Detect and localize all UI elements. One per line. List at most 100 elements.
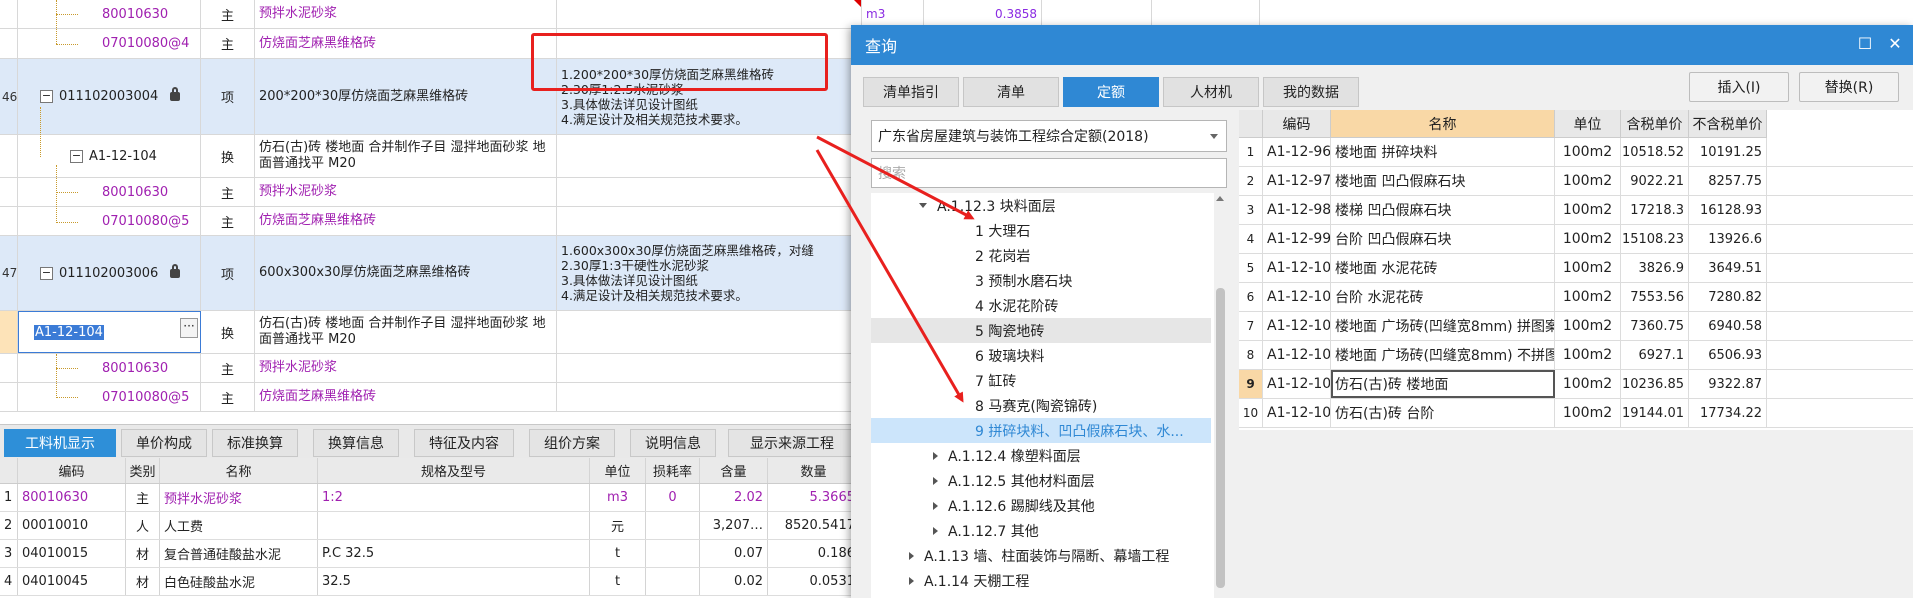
tab-standard-conversion[interactable]: 标准换算	[212, 429, 298, 457]
tree-node[interactable]: A.1.12.6 踢脚线及其他	[871, 493, 1211, 518]
tree-node[interactable]: 6 玻璃块料	[871, 343, 1211, 368]
quota-unit: 100m2	[1555, 167, 1621, 195]
tree-node[interactable]: 7 缸砖	[871, 368, 1211, 393]
col-amount[interactable]: 数量	[768, 458, 860, 483]
quota-code: A1-12-96	[1263, 138, 1331, 166]
col-code[interactable]: 编码	[1263, 110, 1331, 138]
tree-node[interactable]: A.1.14 天棚工程	[871, 568, 1211, 593]
material-spec: 32.5	[318, 568, 590, 595]
quota-code: A1-12-103	[1263, 341, 1331, 369]
close-icon[interactable]: ✕	[1885, 35, 1905, 55]
quota-row[interactable]: 6A1-12-101台阶 水泥花砖100m27553.567280.82	[1239, 283, 1913, 312]
col-name[interactable]: 名称	[160, 458, 318, 483]
row-index: 1	[0, 484, 18, 511]
quota-row[interactable]: 4 A1-12-99 台阶 凹凸假麻石块 100m2 15108.23 13926.6	[1239, 225, 1913, 254]
notax-price: 7280.82	[1689, 283, 1767, 311]
expand-icon[interactable]	[933, 526, 938, 535]
quota-code-input[interactable]: A1-12-104	[34, 324, 104, 340]
col-unit[interactable]: 单位	[1555, 110, 1621, 138]
material-name: 人工费	[160, 512, 318, 539]
quota-code: A1-12-102	[1263, 312, 1331, 340]
tree-node[interactable]: 5 陶瓷地砖	[871, 318, 1211, 343]
col-spec[interactable]: 规格及型号	[318, 458, 590, 483]
expand-icon[interactable]	[909, 551, 914, 560]
row-name: 仿烧面芝麻黑维格砖	[255, 383, 557, 411]
tree-node[interactable]: 8 马赛克(陶瓷锦砖)	[871, 393, 1211, 418]
tree-node[interactable]: A.1.12.4 橡塑料面层	[871, 443, 1211, 468]
quota-library-select[interactable]: 广东省房屋建筑与装饰工程综合定额(2018)	[871, 120, 1227, 152]
row-name: 仿烧面芝麻黑维格砖	[255, 207, 557, 235]
quota-name: 楼地面 水泥花砖	[1331, 254, 1555, 282]
col-category[interactable]: 类别	[126, 458, 160, 483]
tab-quota[interactable]: 定额	[1063, 77, 1159, 107]
collapse-icon[interactable]: −	[70, 149, 83, 163]
insert-button[interactable]: 插入(I)	[1689, 72, 1789, 102]
tab-unit-price[interactable]: 单价构成	[121, 429, 207, 457]
tab-labor-material[interactable]: 人材机	[1163, 77, 1259, 107]
material-row[interactable]: 2 00010010 人 人工费 元 3,207… 8520.5417	[0, 512, 860, 540]
tree-node[interactable]: 1 大理石	[871, 218, 1211, 243]
tab-features[interactable]: 特征及内容	[414, 429, 514, 457]
tree-node[interactable]: A.1.13 墙、柱面装饰与隔断、幕墙工程	[871, 543, 1211, 568]
row-type: 主	[201, 0, 255, 28]
expand-icon[interactable]	[933, 451, 938, 460]
quota-row[interactable]: 2 A1-12-97 楼地面 凹凸假麻石块 100m2 9022.21 8257.75	[1239, 167, 1913, 196]
quota-row[interactable]: 1 A1-12-96 楼地面 拼碎块料 100m2 10518.52 10191.25	[1239, 138, 1913, 167]
quota-row[interactable]: 9A1-12-104仿石(古)砖 楼地面100m210236.859322.87	[1239, 370, 1913, 399]
material-code: 00010010	[18, 512, 126, 539]
expand-icon[interactable]	[933, 501, 938, 510]
collapse-icon[interactable]: −	[40, 266, 53, 280]
col-unit[interactable]: 单位	[590, 458, 646, 483]
quota-code: A1-12-98	[1263, 196, 1331, 224]
quota-row[interactable]: 5A1-12-100楼地面 水泥花砖100m23826.93649.51	[1239, 254, 1913, 283]
material-row[interactable]: 1 80010630 主 预拌水泥砂浆 1:2 m3 0 2.02 5.3665	[0, 484, 860, 512]
tab-list[interactable]: 清单	[963, 77, 1059, 107]
scroll-thumb[interactable]	[1216, 288, 1225, 588]
material-code: 80010630	[102, 360, 169, 376]
col-tax-price[interactable]: 含税单价	[1621, 110, 1689, 138]
tab-pricing-plan[interactable]: 组价方案	[529, 429, 615, 457]
row-index: 3	[1239, 196, 1263, 224]
quota-name: 台阶 凹凸假麻石块	[1331, 225, 1555, 253]
expand-icon[interactable]	[919, 203, 927, 208]
tree-node[interactable]: A.1.12.5 其他材料面层	[871, 468, 1211, 493]
material-name: 白色硅酸盐水泥	[160, 568, 318, 595]
col-quantity[interactable]: 含量	[700, 458, 768, 483]
more-button[interactable]: ···	[180, 318, 198, 338]
tab-conversion-info[interactable]: 换算信息	[313, 429, 399, 457]
quota-row[interactable]: 3 A1-12-98 楼梯 凹凸假麻石块 100m2 17218.3 16128.93	[1239, 196, 1913, 225]
tree-node[interactable]: 3 预制水磨石块	[871, 268, 1211, 293]
quota-code: A1-12-97	[1263, 167, 1331, 195]
col-name[interactable]: 名称	[1331, 110, 1555, 138]
material-row[interactable]: 3 04010015 材 复合普通硅酸盐水泥 P.C 32.5 t 0.07 0…	[0, 540, 860, 568]
tree-node-selected[interactable]: 9 拼碎块料、凹凸假麻石块、水...	[871, 418, 1211, 443]
quota-row[interactable]: 10A1-12-105仿石(古)砖 台阶100m219144.0117734.2…	[1239, 399, 1913, 428]
expand-icon[interactable]	[909, 576, 914, 585]
tree-node[interactable]: 2 花岗岩	[871, 243, 1211, 268]
col-code[interactable]: 编码	[18, 458, 126, 483]
tab-my-data[interactable]: 我的数据	[1263, 77, 1359, 107]
tab-source-project[interactable]: 显示来源工程	[728, 429, 856, 457]
col-loss[interactable]: 损耗率	[646, 458, 700, 483]
collapse-icon[interactable]: −	[40, 90, 53, 103]
expand-icon[interactable]	[933, 476, 938, 485]
scroll-up-icon[interactable]	[1216, 196, 1224, 201]
tab-notes[interactable]: 说明信息	[630, 429, 716, 457]
quota-row[interactable]: 8A1-12-103楼地面 广场砖(凹缝宽8mm) 不拼图案100m26927.…	[1239, 341, 1913, 370]
row-type: 主	[201, 178, 255, 206]
tax-price: 6927.1	[1621, 341, 1689, 369]
tree-node[interactable]: 4 水泥花阶砖	[871, 293, 1211, 318]
search-input[interactable]: 搜索	[871, 158, 1227, 188]
tree-node[interactable]: A.1.12.7 其他	[871, 518, 1211, 543]
dialog-titlebar[interactable]: 查询 ☐ ✕	[851, 25, 1913, 65]
quota-unit: 100m2	[1555, 399, 1621, 427]
quota-row[interactable]: 7A1-12-102楼地面 广场砖(凹缝宽8mm) 拼图案100m27360.7…	[1239, 312, 1913, 341]
tree-node[interactable]: A.1.12.3 块料面层	[871, 193, 1211, 218]
replace-button[interactable]: 替换(R)	[1799, 72, 1899, 102]
tab-material-display[interactable]: 工料机显示	[4, 429, 116, 457]
col-notax-price[interactable]: 不含税单价	[1689, 110, 1767, 138]
maximize-icon[interactable]: ☐	[1855, 35, 1875, 55]
tree-scrollbar[interactable]	[1214, 193, 1227, 598]
material-row[interactable]: 4 04010045 材 白色硅酸盐水泥 32.5 t 0.02 0.0531	[0, 568, 860, 596]
tab-list-guide[interactable]: 清单指引	[863, 77, 959, 107]
